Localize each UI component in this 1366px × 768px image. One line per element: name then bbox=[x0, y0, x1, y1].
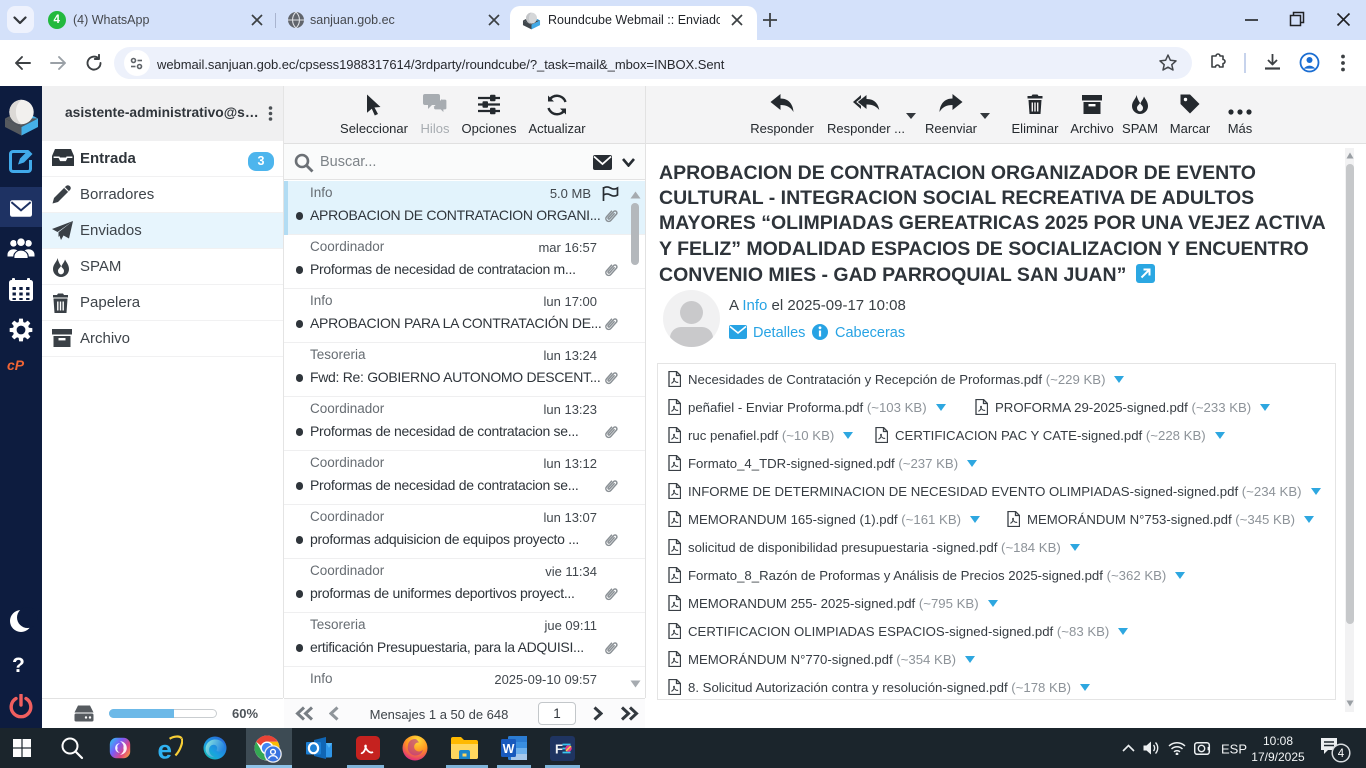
svg-text:10:08: 10:08 bbox=[1263, 734, 1293, 748]
svg-text:ESP: ESP bbox=[1221, 742, 1247, 757]
svg-text:4: 4 bbox=[1338, 748, 1345, 760]
svg-text:17/9/2025: 17/9/2025 bbox=[1251, 750, 1305, 764]
svg-text:W: W bbox=[503, 742, 515, 756]
svg-text:F: F bbox=[555, 742, 563, 757]
